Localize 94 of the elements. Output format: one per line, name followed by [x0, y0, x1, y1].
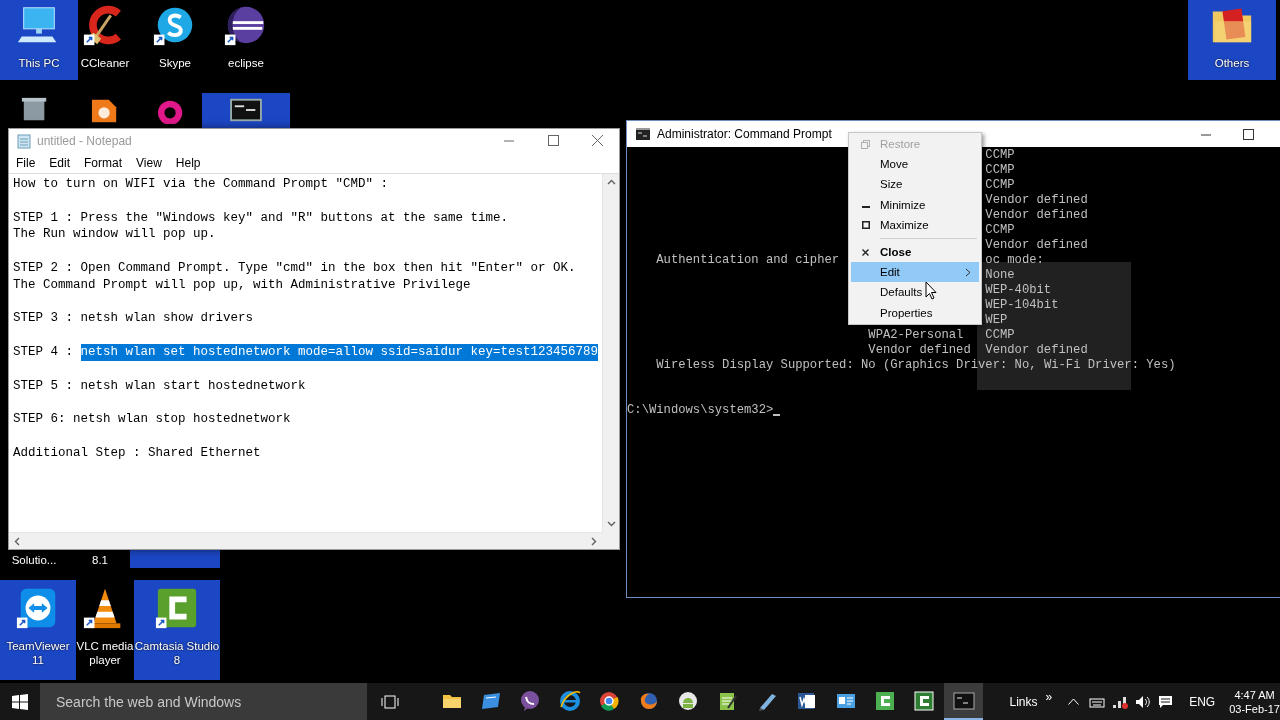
bracket-logo-icon — [874, 689, 896, 712]
desktop-icon[interactable]: TeamViewer 11 — [0, 580, 76, 680]
menu-item[interactable]: Move — [851, 154, 979, 175]
console-text: Vendor defined — [985, 238, 1088, 253]
desktop-icon-tile[interactable] — [130, 548, 220, 568]
text-line: STEP 5 : netsh wlan start hostednetwork — [13, 377, 306, 395]
text-line: STEP 6: netsh wlan stop hostednetwork — [13, 411, 291, 428]
desktop-icon[interactable]: Skype — [140, 0, 210, 80]
console-text: Authentication and cipher — [656, 253, 840, 268]
framed-bracket-icon — [913, 689, 936, 712]
windows-logo-icon — [12, 693, 28, 710]
desktop-icon[interactable]: This PC — [0, 0, 78, 80]
desktop-icon-tile[interactable] — [202, 93, 290, 128]
text-line: How to turn on WIFI via the Command Prompt "CMD" : — [13, 176, 389, 193]
text-line: STEP 1 : Press the "Windows key" and "R" buttons at the same time. — [13, 209, 509, 227]
menu-item[interactable]: Defaults — [851, 282, 979, 303]
console-text: CCMP — [985, 163, 1015, 178]
pointer-cursor-icon — [925, 281, 937, 300]
task-view-icon — [381, 694, 399, 709]
console-text: WEP-104bit — [985, 298, 1059, 313]
maximize-icon — [547, 135, 559, 146]
console-text: CCMP — [985, 223, 1015, 238]
text-cursor — [773, 414, 781, 416]
scroll-up-icon[interactable] — [606, 178, 616, 187]
desktop-icon[interactable]: Camtasia Studio 8 — [134, 580, 220, 680]
console-text: CCMP — [985, 178, 1015, 193]
window-title: untitled - Notepad — [37, 133, 133, 148]
console-text: WEP-40bit — [985, 283, 1052, 298]
menu-item[interactable]: File — [10, 153, 42, 172]
console-text: oc mode: — [985, 253, 1044, 268]
desktop-icon[interactable]: Solutio... — [0, 550, 68, 570]
caret-up-icon — [1068, 698, 1080, 705]
menu-item[interactable]: Format — [78, 153, 129, 172]
menu-item[interactable]: Minimize — [851, 194, 979, 215]
maximize-icon — [861, 220, 870, 229]
close-icon — [591, 135, 603, 146]
text-line: The Command Prompt will pop up, with Administrative Privilege — [13, 276, 471, 294]
keyboard-icon — [1088, 695, 1105, 708]
toolbar-chevron[interactable]: » — [1045, 689, 1053, 704]
console-text: Wireless Display Supported: No (Graphics Driver: No, Wi-Fi Driver: Yes) — [656, 358, 1176, 373]
scroll-left-icon[interactable] — [13, 536, 22, 546]
console-text: Vendor defined — [985, 193, 1088, 208]
scroll-down-icon[interactable] — [606, 519, 616, 528]
chevron-right-icon — [965, 267, 971, 277]
console-text: None — [985, 268, 1015, 283]
console-text: WEP — [985, 313, 1008, 328]
menu-item[interactable]: Properties — [851, 302, 979, 323]
command-prompt-line: C:\Windows\system32> — [627, 403, 774, 418]
menu-item[interactable]: Help — [169, 153, 207, 172]
window-title: Administrator: Command Prompt — [657, 127, 833, 141]
phone-bubble-icon — [519, 689, 542, 712]
clock[interactable]: 4:47 AM 03-Feb-17 — [1229, 687, 1280, 716]
desktop-icon[interactable]: Others — [1188, 0, 1276, 80]
e-logo-icon — [558, 689, 581, 712]
round-logo-icon — [598, 689, 621, 712]
console-text: Vendor defined — [985, 343, 1088, 358]
horizontal-scrollbar[interactable] — [9, 532, 602, 549]
text-line: STEP 3 : netsh wlan show drivers — [13, 310, 254, 328]
console-text: CCMP — [985, 148, 1015, 163]
text-line: STEP 4 : — [13, 343, 74, 361]
terminal-icon — [952, 689, 975, 712]
menu-item[interactable]: Size — [851, 174, 979, 195]
console-text: Vendor defined — [985, 208, 1088, 223]
console-text: WPA2-Personal — [868, 328, 964, 343]
menu-item[interactable]: View — [130, 153, 168, 172]
close-icon — [862, 248, 869, 256]
terminal-icon — [636, 128, 650, 140]
message-icon — [1158, 694, 1174, 709]
links-toolbar-label[interactable]: Links — [1009, 694, 1038, 709]
search-field[interactable]: Search the web and Windows — [40, 683, 367, 720]
robot-icon — [677, 689, 700, 712]
menu-item[interactable]: Close — [851, 241, 979, 263]
restore-icon — [861, 139, 870, 149]
selected-text: netsh wlan set hostednetwork mode=allow ssid=saidur key=test123456789 — [80, 343, 599, 361]
menu-item[interactable]: Edit — [851, 262, 979, 283]
speaker-icon — [1134, 694, 1151, 709]
network-bars-icon — [1111, 694, 1128, 709]
language-indicator[interactable]: ENG — [1189, 694, 1216, 709]
console-text: CCMP — [985, 328, 1015, 343]
menu-item[interactable]: Maximize — [851, 214, 979, 235]
desktop-icon[interactable]: eclipse — [210, 0, 282, 80]
text-line: STEP 2 : Open Command Prompt. Type "cmd" in the box then hit "Enter" or OK. — [13, 260, 576, 277]
vertical-scrollbar[interactable] — [602, 174, 619, 532]
console-text: Vendor defined — [868, 343, 971, 358]
scroll-right-icon[interactable] — [589, 536, 598, 546]
text-line: Additional Step : Shared Ethernet — [13, 444, 261, 462]
desktop-icon[interactable]: 8.1 — [70, 550, 130, 570]
menu-item[interactable]: Edit — [43, 153, 77, 172]
taskbar-app-button[interactable] — [944, 683, 984, 720]
maximize-icon — [1242, 128, 1254, 140]
text-line: The Run window will pop up. — [13, 226, 216, 244]
notepad-icon — [17, 132, 31, 149]
desktop-icon[interactable]: VLC media player — [76, 580, 134, 680]
terminal-icon — [228, 96, 264, 124]
